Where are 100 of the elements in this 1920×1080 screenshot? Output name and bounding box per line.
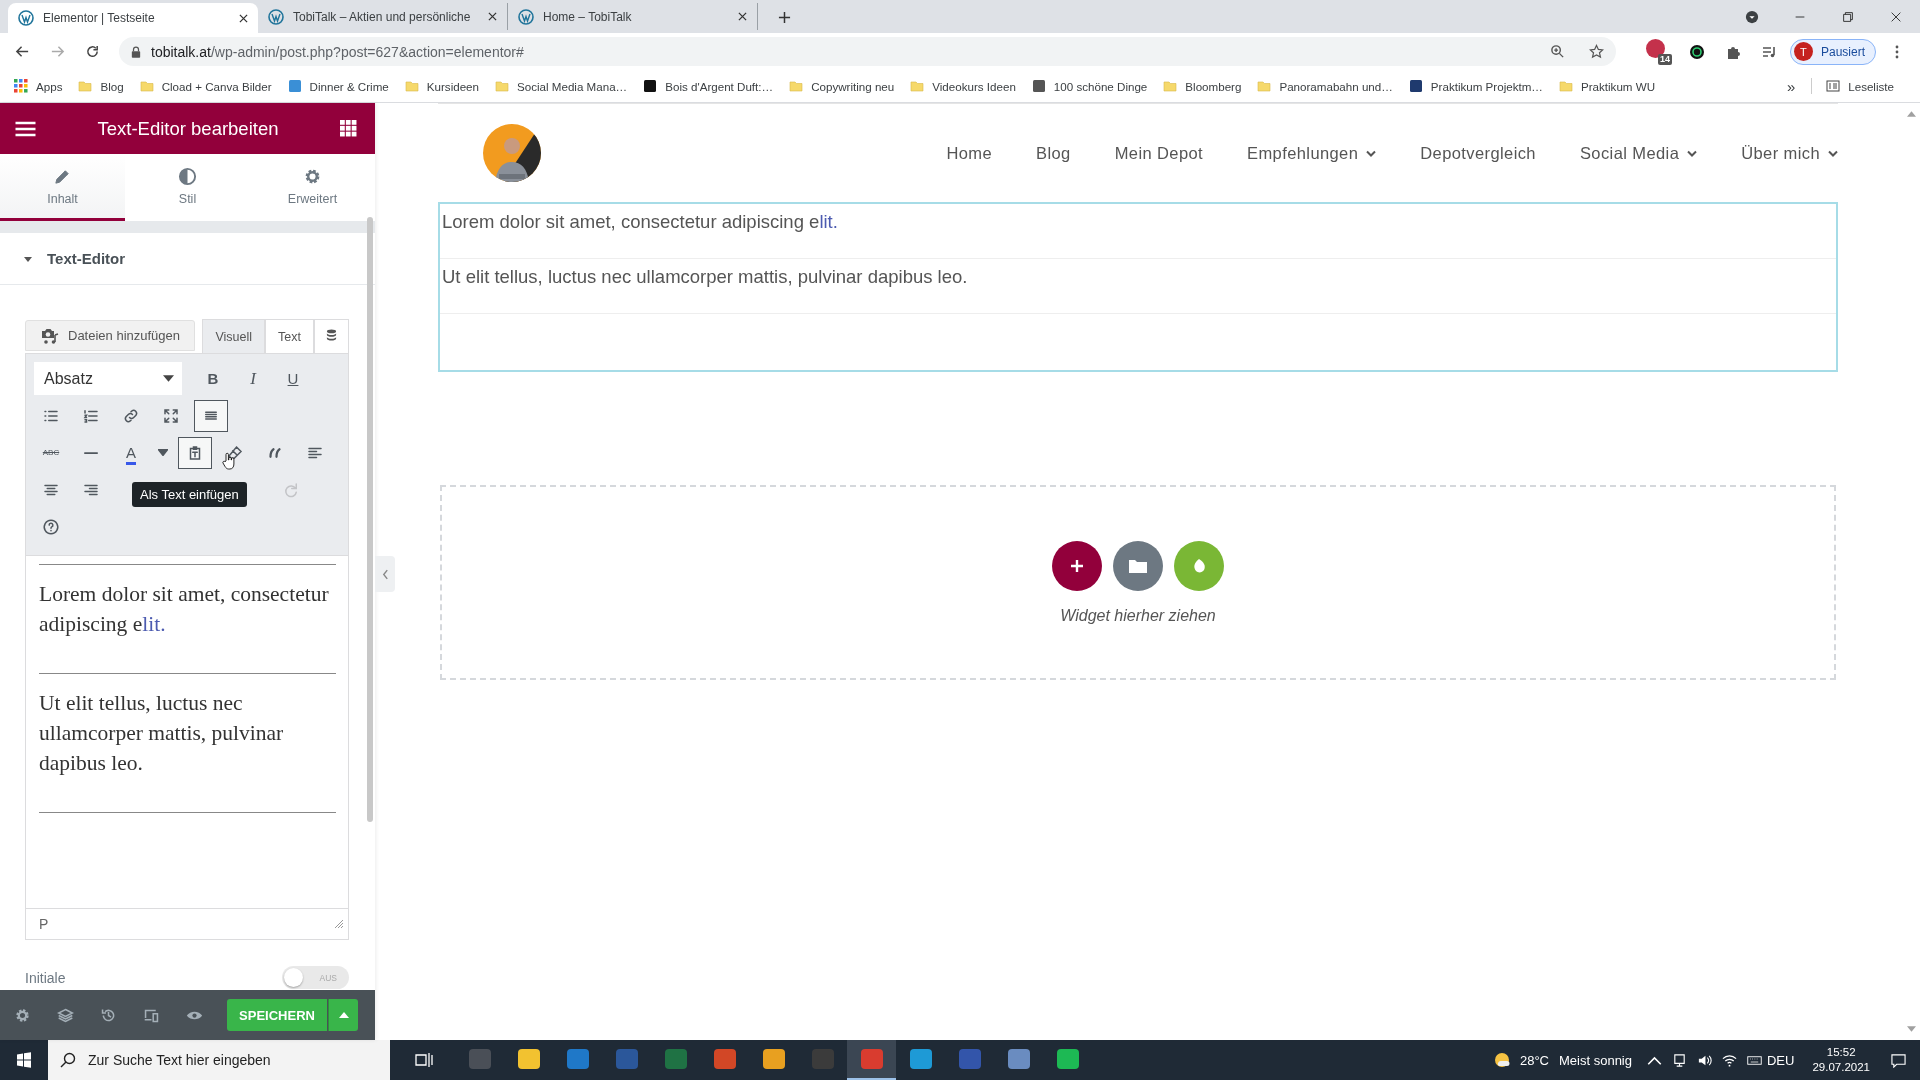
new-tab-icon[interactable] xyxy=(778,11,791,24)
bookmark[interactable]: Social Media Mana… xyxy=(495,79,628,93)
browser-tab[interactable]: Home – TobiTalk xyxy=(508,3,758,30)
plus-icon xyxy=(1070,558,1084,573)
add-media-button[interactable]: Dateien hinzufügen xyxy=(25,320,196,351)
text-color-button[interactable]: A xyxy=(114,436,148,469)
folder-icon xyxy=(495,79,509,93)
save-options-button[interactable] xyxy=(328,999,358,1031)
bold-button[interactable]: B xyxy=(196,362,230,395)
chevron-down-icon xyxy=(1366,149,1377,157)
bookmark[interactable]: Copywriting neu xyxy=(789,79,895,93)
close-icon[interactable] xyxy=(738,12,747,21)
expand-icon xyxy=(162,406,180,425)
nav-link[interactable]: Über mich xyxy=(1741,143,1838,163)
close-icon[interactable] xyxy=(488,12,497,21)
paragraph: Lorem dolor sit amet, consectetur adipiscing elit. xyxy=(440,204,1836,259)
apps-grid-icon xyxy=(14,79,28,93)
folder-icon xyxy=(789,79,804,93)
lock-icon xyxy=(131,45,141,58)
dynamic-tags-button[interactable] xyxy=(314,319,349,353)
editor-mode-tab[interactable]: Visuell xyxy=(202,319,266,353)
back-icon[interactable] xyxy=(15,44,30,59)
italic-button[interactable]: I xyxy=(236,362,270,395)
temperature: 28°C xyxy=(1519,1052,1549,1068)
toolbar-toggle-button[interactable] xyxy=(194,399,228,432)
address-field[interactable]: tobitalk.at/wp-admin/post.php?post=627&action=elementor# xyxy=(119,37,1616,66)
editor-mode-tab[interactable]: Text xyxy=(265,319,314,353)
browser-tab[interactable]: TobiTalk – Aktien und persönliche xyxy=(258,3,508,30)
nav-link[interactable]: Home xyxy=(946,143,993,163)
text-widget[interactable]: Lorem dolor sit amet, consectetur adipiscing elit. Ut elit tellus, luctus nec ullamcorper mattis, pulvinar dapibus leo. xyxy=(438,202,1838,372)
close-icon[interactable] xyxy=(239,13,248,23)
bookmark[interactable]: Dinner & Crime xyxy=(287,79,389,93)
caret-icon xyxy=(158,449,168,456)
bookmark[interactable]: Kursideen xyxy=(404,79,479,93)
bookmark[interactable]: Videokurs Ideen xyxy=(910,79,1016,93)
nav-link[interactable]: Mein Depot xyxy=(1114,143,1204,163)
scroll-up-icon[interactable] xyxy=(1907,111,1916,117)
paste-as-text-button[interactable] xyxy=(178,436,212,469)
panel-tab[interactable]: Erweitert xyxy=(250,154,375,221)
device-icon[interactable] xyxy=(1672,1052,1687,1068)
profile-button[interactable]: T Pausiert xyxy=(1789,38,1876,65)
speaker-icon[interactable] xyxy=(1697,1052,1712,1068)
more-bookmarks-button[interactable]: » xyxy=(1786,77,1796,95)
menu-icon[interactable] xyxy=(15,120,36,137)
nav-link[interactable]: Blog xyxy=(1036,143,1071,163)
star-icon[interactable] xyxy=(1588,44,1604,59)
input-language[interactable]: DEU xyxy=(1767,1052,1795,1068)
bookmark[interactable]: Blog xyxy=(78,79,124,93)
settings-icon[interactable] xyxy=(14,1006,31,1024)
start-icon[interactable] xyxy=(16,1052,32,1068)
close-icon[interactable] xyxy=(1889,10,1903,24)
format-select[interactable]: Absatz xyxy=(34,362,182,395)
taskbar-app[interactable] xyxy=(847,1040,896,1080)
bookmark[interactable]: Cload + Canva Bilder xyxy=(139,79,272,93)
task-view-icon[interactable] xyxy=(415,1052,433,1068)
folder-icon xyxy=(404,79,419,93)
reload-icon[interactable] xyxy=(85,44,100,59)
chevron-left-icon xyxy=(381,568,389,580)
nav-link[interactable]: Social Media xyxy=(1579,143,1698,163)
horizontal-line-icon xyxy=(84,451,98,454)
element-path: P xyxy=(39,916,49,932)
tab-search-icon[interactable] xyxy=(1745,10,1759,24)
bookmark[interactable]: Apps xyxy=(14,79,63,93)
resize-grip-icon[interactable] xyxy=(334,919,344,929)
widgets-grid-icon[interactable] xyxy=(340,120,357,137)
layers-icon[interactable] xyxy=(57,1006,74,1024)
scroll-down-icon[interactable] xyxy=(1907,1026,1916,1032)
zoom-icon[interactable] xyxy=(1549,44,1565,59)
add-section-button[interactable] xyxy=(1052,540,1102,591)
reading-list-button[interactable]: Leseliste xyxy=(1826,79,1894,93)
underline-button[interactable]: U xyxy=(276,362,310,395)
panel-tab[interactable]: Stil xyxy=(125,154,250,221)
folder-icon xyxy=(139,79,154,93)
bookmark[interactable]: Praktikum Projektm… xyxy=(1408,79,1543,93)
wifi-icon[interactable] xyxy=(1722,1052,1737,1068)
grammar-extension-icon[interactable] xyxy=(1688,43,1705,60)
bookmark[interactable]: Bloomberg xyxy=(1163,79,1242,93)
folder-icon xyxy=(1558,79,1573,93)
bookmark[interactable]: 100 schöne Dinge xyxy=(1031,79,1148,93)
bookmark[interactable]: Panoramabahn und… xyxy=(1257,79,1393,93)
add-template-button[interactable] xyxy=(1113,540,1163,591)
site-logo-icon xyxy=(18,10,34,26)
clock[interactable]: 15:52 29.07.2021 xyxy=(1812,1045,1870,1075)
restore-icon[interactable] xyxy=(1841,10,1855,24)
strikethrough-button[interactable]: ABC xyxy=(34,436,68,469)
caret-icon xyxy=(338,1012,349,1018)
hand-cursor-icon xyxy=(222,452,236,470)
paragraph: Ut elit tellus, luctus nec ullamcorper mattis, pulvinar dapibus leo. xyxy=(440,259,1836,314)
nav-link[interactable]: Depotvergleich xyxy=(1420,143,1536,163)
panel-tab[interactable]: Inhalt xyxy=(0,154,125,221)
panel-collapse-handle[interactable] xyxy=(375,556,395,592)
control-label: Initiale xyxy=(25,969,66,986)
folder-icon xyxy=(78,79,93,93)
browser-tab[interactable]: Elementor | Testseite xyxy=(8,3,258,33)
panel-title: Text-Editor bearbeiten xyxy=(96,117,280,140)
notifications-icon[interactable] xyxy=(1891,1052,1906,1068)
taskbar-search-field[interactable]: Zur Suche Text hier eingeben xyxy=(48,1040,390,1080)
bookmark[interactable]: Bois d'Argent Duft:… xyxy=(643,79,774,93)
nav-link[interactable]: Empfehlungen xyxy=(1247,143,1377,163)
bookmark[interactable]: Praktikum WU xyxy=(1558,79,1656,93)
